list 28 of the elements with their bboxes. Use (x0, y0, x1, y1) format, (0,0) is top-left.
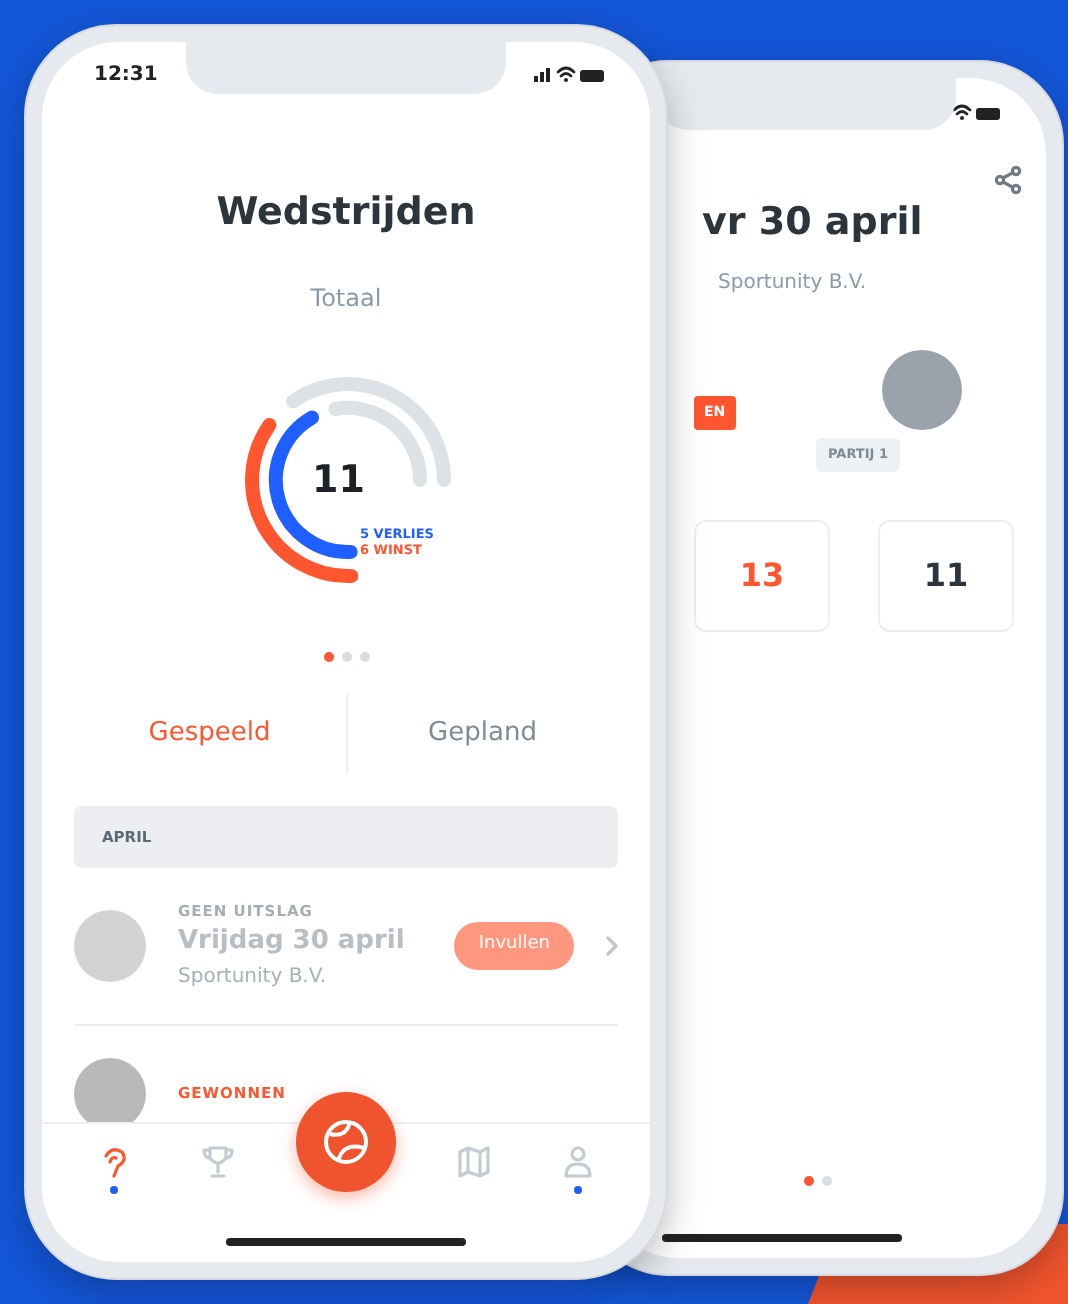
avatar-photo-placeholder (882, 349, 962, 429)
score-card: 11 (878, 520, 1014, 633)
tab[interactable]: Gespeeld (74, 694, 345, 774)
page-indicator[interactable] (341, 652, 351, 663)
trophy-icon (200, 1144, 236, 1181)
page-subtitle: Sportunity B.V. (718, 269, 869, 297)
total-count: 11 (312, 456, 365, 507)
avatar-photo-placeholder (74, 910, 146, 983)
score-card: 13 (694, 520, 830, 633)
match-club: Sportunity B.V. (178, 963, 329, 992)
page-indicator[interactable] (804, 1176, 814, 1186)
page-indicator[interactable] (359, 652, 369, 663)
ball-icon (322, 1118, 370, 1167)
match-title: Vrijdag 30 april (178, 924, 407, 961)
page-subtitle: Totaal (308, 282, 384, 317)
status-time: 12:31 (94, 61, 158, 90)
page-title: Wedstrijden (214, 187, 478, 238)
share-icon (994, 166, 1022, 194)
page-title: vr 30 april (702, 198, 925, 248)
tab[interactable]: Gepland (347, 694, 618, 774)
page-indicator[interactable] (822, 1176, 832, 1186)
person-icon (560, 1144, 596, 1181)
avatar-photo-placeholder (74, 1057, 146, 1123)
map-icon (456, 1144, 492, 1181)
chevron-right-icon (606, 936, 618, 957)
ball-action-button[interactable] (296, 1092, 396, 1193)
status-icons (534, 64, 606, 85)
page-indicator[interactable] (323, 652, 333, 663)
